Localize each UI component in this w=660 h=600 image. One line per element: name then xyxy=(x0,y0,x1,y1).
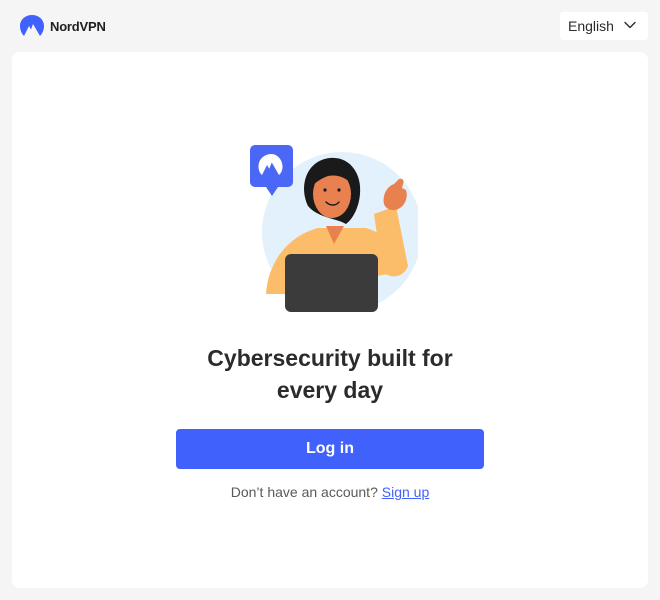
person-waving-illustration xyxy=(250,145,418,312)
language-selector[interactable]: English xyxy=(560,12,648,40)
nordvpn-mountain-icon xyxy=(20,15,44,36)
chevron-down-icon xyxy=(624,21,636,29)
logo-wordmark: NordVPN xyxy=(50,18,106,34)
language-selected: English xyxy=(568,18,614,34)
headline-line-2: every day xyxy=(276,377,384,403)
headline-line-1: Cybersecurity built for xyxy=(207,345,453,371)
page-headline: Cybersecurity built for every day xyxy=(12,342,648,406)
signup-link[interactable]: Sign up xyxy=(382,484,429,500)
signup-prompt-text: Don’t have an account? xyxy=(230,484,378,500)
top-bar: NordVPN English xyxy=(0,0,660,52)
welcome-card: Cybersecurity built for every day Log in… xyxy=(12,52,648,588)
nordvpn-logo[interactable]: NordVPN xyxy=(20,15,106,37)
signup-prompt-line: Don’t have an account? Sign up xyxy=(12,484,648,500)
login-button[interactable]: Log in xyxy=(176,429,484,469)
